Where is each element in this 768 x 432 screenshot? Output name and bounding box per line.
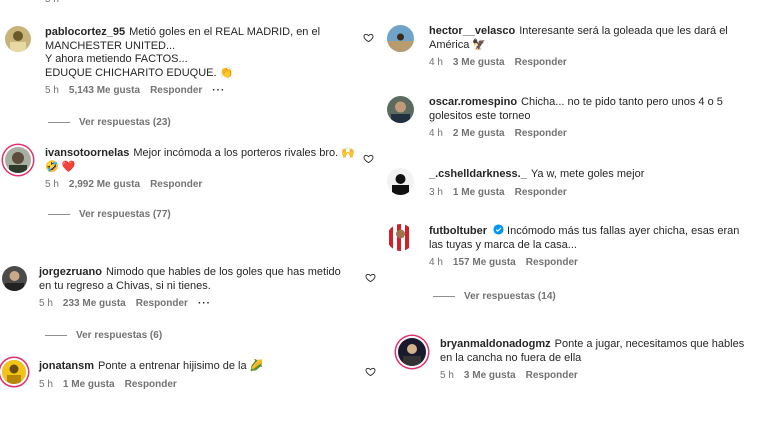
view-replies-button[interactable]: Ver respuestas (6)	[45, 330, 162, 341]
comment-meta: 4 h 3 Me gusta Responder	[429, 56, 762, 70]
reply-button[interactable]: Responder	[136, 297, 188, 311]
comment-username[interactable]: _.cshelldarkness._	[429, 168, 527, 180]
avatar[interactable]	[387, 25, 414, 52]
comment-time[interactable]: 5 h	[45, 84, 59, 98]
replies-divider	[433, 296, 455, 297]
avatar[interactable]	[5, 26, 31, 52]
comment-likes[interactable]: 3 Me gusta	[464, 369, 516, 383]
comment-username[interactable]: ivansotoornelas	[45, 147, 129, 159]
comment-meta: 4 h 157 Me gusta Responder	[429, 256, 765, 270]
view-replies-label[interactable]: Ver respuestas (6)	[76, 330, 162, 341]
avatar[interactable]	[387, 168, 414, 195]
reply-button[interactable]: Responder	[515, 186, 567, 200]
comment-time[interactable]: 3 h	[429, 186, 443, 200]
comment-meta: 5 h 3 Me gusta Responder	[440, 369, 758, 383]
heart-outline-icon[interactable]	[365, 366, 376, 377]
reply-button[interactable]: Responder	[150, 178, 202, 192]
view-replies-label[interactable]: Ver respuestas (14)	[464, 291, 556, 302]
comment-time[interactable]: 5 h	[39, 378, 53, 392]
comment-likes[interactable]: 2 Me gusta	[453, 127, 505, 141]
view-replies-label[interactable]: Ver respuestas (23)	[79, 117, 171, 128]
replies-divider	[48, 122, 70, 123]
comment-likes[interactable]: 1 Me gusta	[63, 378, 115, 392]
comment-time[interactable]: 4 h	[429, 256, 443, 270]
eagle-emoji: 🦅	[472, 38, 487, 51]
comment-text: Mejor incómoda a los porteros rivales br…	[133, 147, 339, 159]
comment-text: Ponte a entrenar hijisimo de la	[98, 360, 247, 372]
avatar[interactable]	[398, 338, 426, 366]
comment-time[interactable]: 5 h	[39, 297, 53, 311]
reply-button[interactable]: Responder	[150, 84, 202, 98]
avatar[interactable]	[387, 96, 414, 123]
reply-button[interactable]: Responder	[526, 256, 578, 270]
comment-username[interactable]: bryanmaldonadogmz	[440, 338, 551, 350]
view-replies-button[interactable]: Ver respuestas (14)	[433, 291, 556, 302]
truncated-time: 5 h	[45, 0, 59, 5]
comment-username[interactable]: oscar.romespino	[429, 96, 517, 108]
comment-likes[interactable]: 233 Me gusta	[63, 297, 126, 311]
avatar[interactable]	[2, 266, 27, 291]
comment-likes[interactable]: 2,992 Me gusta	[69, 178, 140, 192]
comment-time[interactable]: 4 h	[429, 127, 443, 141]
comment-meta: 5 h 5,143 Me gusta Responder ···	[45, 84, 345, 98]
avatar[interactable]	[2, 360, 26, 384]
comment-meta: 5 h 2,992 Me gusta Responder	[45, 178, 355, 192]
avatar[interactable]	[5, 147, 31, 173]
comment-meta: 5 h 1 Me gusta Responder	[39, 378, 359, 392]
comment-meta: 4 h 2 Me gusta Responder	[429, 127, 762, 141]
avatar[interactable]	[387, 224, 414, 251]
reply-button[interactable]: Responder	[526, 369, 578, 383]
heart-outline-icon[interactable]	[363, 32, 374, 43]
comment-username[interactable]: jonatansm	[39, 360, 94, 372]
comment-meta: 5 h 233 Me gusta Responder ···	[39, 297, 359, 311]
corn-emoji: 🌽	[249, 360, 264, 372]
comment-time[interactable]: 5 h	[440, 369, 454, 383]
comment-username[interactable]: pablocortez_95	[45, 26, 125, 38]
view-replies-button[interactable]: Ver respuestas (77)	[48, 209, 171, 220]
reply-button[interactable]: Responder	[515, 127, 567, 141]
comment-likes[interactable]: 5,143 Me gusta	[69, 84, 140, 98]
comment-likes[interactable]: 3 Me gusta	[453, 56, 505, 70]
more-options-button[interactable]: ···	[212, 84, 225, 98]
comment-meta: 3 h 1 Me gusta Responder	[429, 186, 762, 200]
comment-time[interactable]: 5 h	[45, 178, 59, 192]
view-replies-label[interactable]: Ver respuestas (77)	[79, 209, 171, 220]
view-replies-button[interactable]: Ver respuestas (23)	[48, 117, 171, 128]
comment-likes[interactable]: 157 Me gusta	[453, 256, 516, 270]
verified-badge-icon	[493, 224, 504, 235]
comment-time[interactable]: 4 h	[429, 56, 443, 70]
replies-divider	[48, 214, 70, 215]
reply-button[interactable]: Responder	[125, 378, 177, 392]
clap-emoji: 👏	[219, 66, 234, 79]
more-options-button[interactable]: ···	[198, 297, 211, 311]
comment-likes[interactable]: 1 Me gusta	[453, 186, 505, 200]
comment-username[interactable]: hector__velasco	[429, 25, 515, 37]
heart-outline-icon[interactable]	[363, 153, 374, 164]
replies-divider	[45, 335, 67, 336]
comment-username[interactable]: futboltuber	[429, 225, 487, 237]
reply-button[interactable]: Responder	[515, 56, 567, 70]
comment-text: Ya w, mete goles mejor	[530, 168, 645, 180]
comment-username[interactable]: jorgezruano	[39, 266, 102, 278]
heart-outline-icon[interactable]	[365, 272, 376, 283]
